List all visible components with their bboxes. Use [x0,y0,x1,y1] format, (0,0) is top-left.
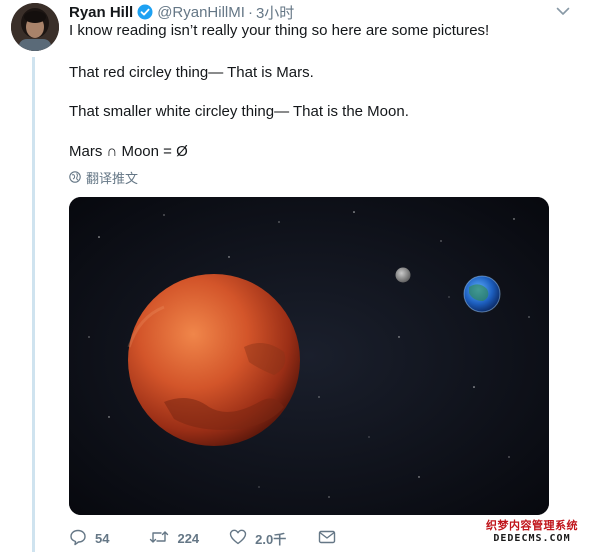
tweet-time[interactable]: 3小时 [256,2,294,23]
separator-dot: · [247,3,253,21]
verified-badge-icon [137,4,153,20]
thread-line [32,57,35,552]
like-button[interactable]: 2.0千 [229,528,286,549]
author-handle[interactable]: @RyanHillMI [157,4,245,21]
retweet-button[interactable]: 224 [149,528,199,549]
like-count: 2.0千 [255,531,287,547]
reply-button[interactable]: 54 [69,528,109,549]
globe-icon [69,171,81,183]
message-icon [318,529,336,548]
reply-count: 54 [95,530,110,546]
avatar-image [11,3,59,51]
retweet-icon [149,528,169,549]
message-button[interactable] [318,529,336,548]
chevron-down-icon[interactable] [554,4,572,18]
avatar[interactable] [11,3,59,51]
like-icon [229,528,247,549]
tweet-actions: 54 224 2.0千 [69,528,336,548]
retweet-count: 224 [177,530,200,546]
tweet-text-line: I know reading isn’t really your thing s… [69,22,490,39]
translate-label: 翻译推文 [86,170,139,186]
watermark: 织梦内容管理系统 DEDECMS.COM [482,518,582,546]
author-name[interactable]: Ryan Hill [69,4,133,21]
watermark-line2: DEDECMS.COM [493,532,571,544]
reply-icon [69,528,87,549]
tweet-header: Ryan Hill @RyanHillMI · 3小时 [69,2,294,22]
tweet-text-line: Mars ∩ Moon = Ø [69,143,188,160]
tweet-text-line: That red circley thing— That is Mars. [69,64,314,81]
mars-moon-earth-image [69,197,549,515]
watermark-line1: 织梦内容管理系统 [486,520,578,533]
tweet-text-line: That smaller white circley thing— That i… [69,103,409,120]
translate-tweet-link[interactable]: 翻译推文 [69,168,138,186]
tweet-image[interactable] [69,197,549,515]
